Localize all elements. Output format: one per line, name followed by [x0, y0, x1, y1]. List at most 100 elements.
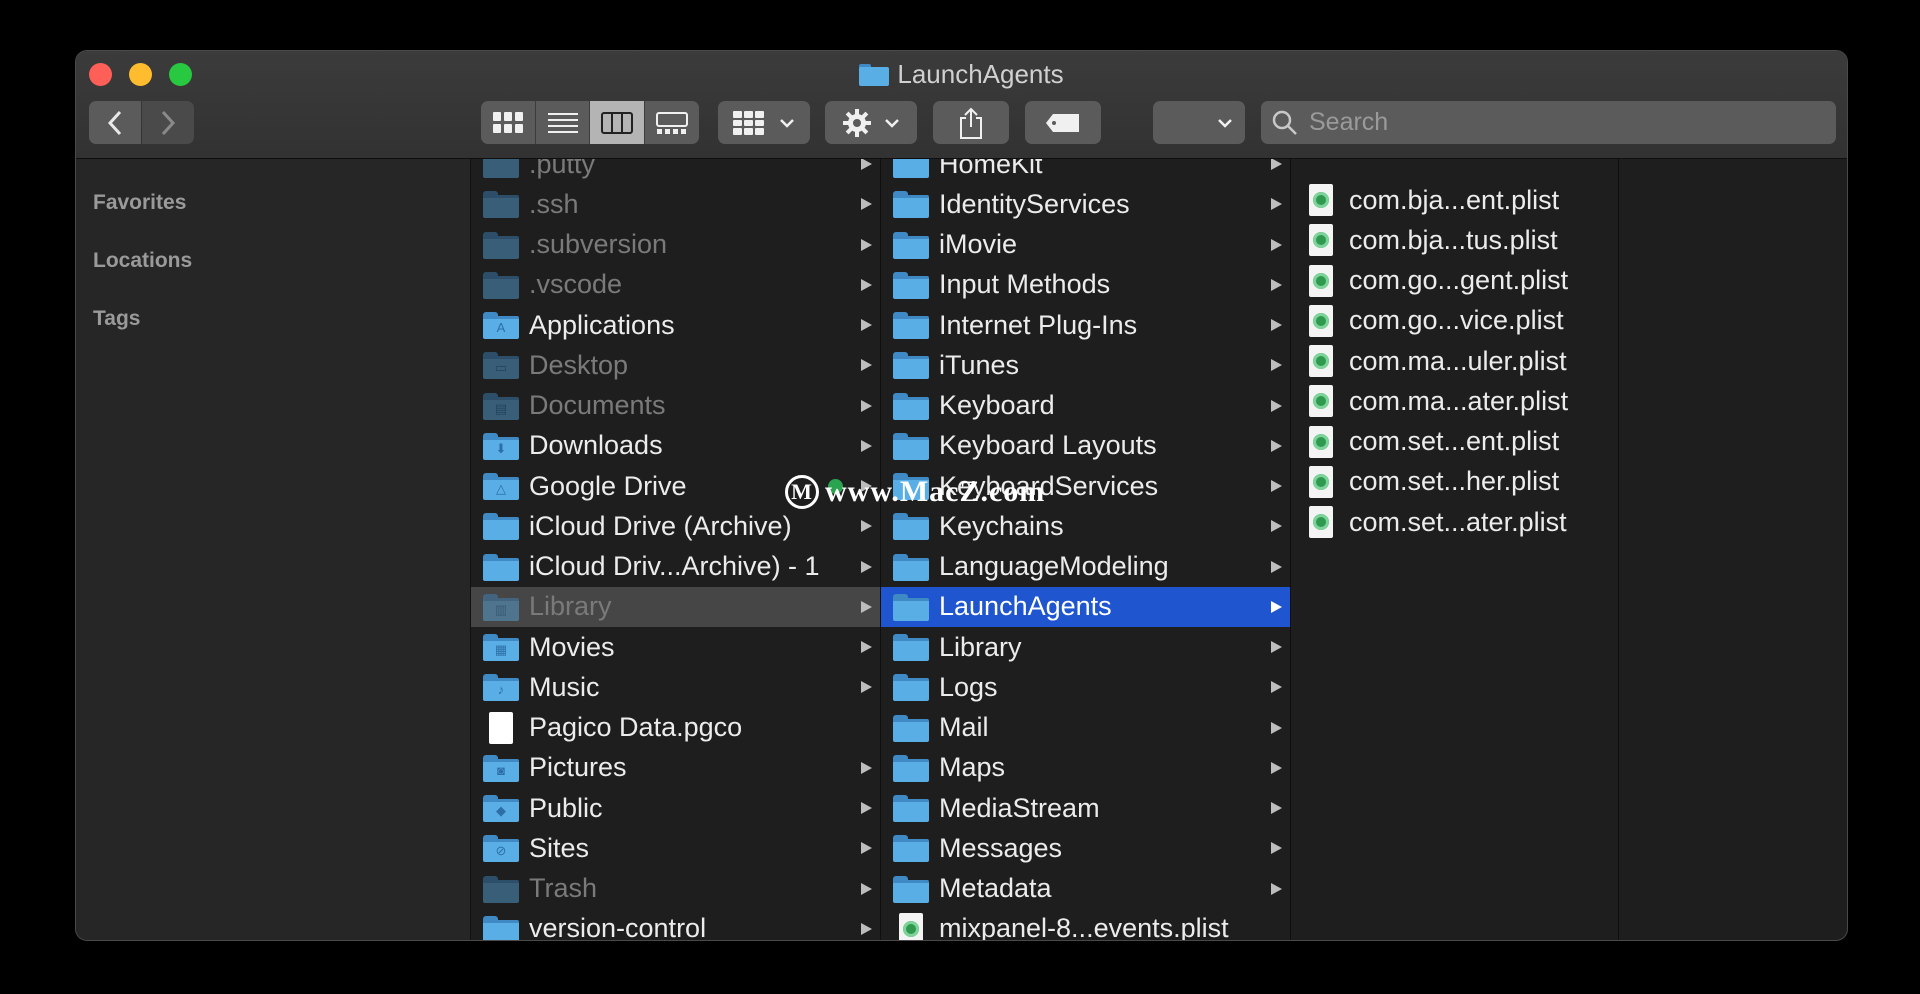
- folder-row[interactable]: iCloud Driv...Archive) - 1: [471, 547, 880, 587]
- back-button[interactable]: [89, 101, 141, 144]
- folder-row[interactable]: .subversion: [471, 225, 880, 265]
- file-row[interactable]: Pagico Data.pgco: [471, 708, 880, 748]
- forward-button[interactable]: [142, 101, 194, 144]
- folder-row[interactable]: Mail: [881, 708, 1290, 748]
- folder-row[interactable]: Input Methods: [881, 265, 1290, 305]
- file-row[interactable]: com.bja...ent.plist: [1291, 180, 1618, 220]
- folder-row[interactable]: ◆ Public: [471, 788, 880, 828]
- plist-file-icon: [1309, 425, 1333, 458]
- disclosure-arrow-icon: [861, 278, 872, 291]
- tag-button[interactable]: [1025, 101, 1101, 144]
- row-icon: [893, 671, 929, 703]
- plist-file-icon: [899, 912, 923, 940]
- folder-row[interactable]: iCloud Drive (Archive): [471, 506, 880, 546]
- sort-menu-button[interactable]: [1153, 101, 1245, 144]
- folder-row[interactable]: Keyboard Layouts: [881, 426, 1290, 466]
- row-label: iCloud Drive (Archive): [529, 510, 792, 541]
- row-label: .subversion: [529, 229, 668, 259]
- folder-row[interactable]: iTunes: [881, 345, 1290, 385]
- disclosure-arrow-icon: [861, 238, 872, 251]
- search-input[interactable]: [1307, 107, 1811, 138]
- sidebar-section-favorites[interactable]: Favorites: [93, 191, 186, 215]
- folder-row[interactable]: IdentityServices: [881, 184, 1290, 224]
- column-launchagents: com.bja...ent.plist com.bja...tus.plist co…: [1291, 159, 1619, 940]
- file-row[interactable]: com.bja...tus.plist: [1291, 220, 1618, 260]
- folder-row[interactable]: HomeKit: [881, 159, 1290, 184]
- gallery-view-button[interactable]: [645, 101, 699, 144]
- folder-row[interactable]: Trash: [471, 869, 880, 909]
- folder-row[interactable]: ▥ Library: [471, 586, 880, 627]
- folder-row[interactable]: Internet Plug-Ins: [881, 305, 1290, 345]
- document-icon: [489, 711, 513, 744]
- folder-row[interactable]: LaunchAgents: [881, 586, 1290, 627]
- row-icon: ◆: [483, 792, 519, 824]
- folder-row[interactable]: version-control: [471, 909, 880, 940]
- column-view-button[interactable]: [590, 101, 645, 144]
- folder-row[interactable]: Metadata: [881, 869, 1290, 909]
- view-mode-control: [481, 101, 699, 144]
- row-icon: [893, 551, 929, 583]
- search-icon: [1272, 110, 1297, 135]
- row-label: .putty: [529, 159, 596, 179]
- action-menu-button[interactable]: [825, 101, 917, 144]
- row-icon: ⬇: [483, 430, 519, 462]
- folder-row[interactable]: LanguageModeling: [881, 547, 1290, 587]
- row-icon: [1303, 385, 1339, 418]
- row-label: com.go...vice.plist: [1349, 305, 1564, 336]
- share-button[interactable]: [933, 101, 1009, 144]
- folder-row[interactable]: .vscode: [471, 265, 880, 305]
- disclosure-arrow-icon: [1271, 842, 1282, 855]
- file-row[interactable]: com.go...vice.plist: [1291, 301, 1618, 341]
- folder-icon: [893, 875, 929, 903]
- folder-row[interactable]: Messages: [881, 828, 1290, 868]
- row-icon: [483, 913, 519, 940]
- folder-row[interactable]: .putty: [471, 159, 880, 184]
- file-row[interactable]: com.ma...ater.plist: [1291, 381, 1618, 421]
- folder-icon: [893, 593, 929, 621]
- row-icon: [483, 510, 519, 542]
- group-menu-button[interactable]: [718, 101, 810, 144]
- icon-view-button[interactable]: [481, 101, 536, 144]
- sidebar-section-locations[interactable]: Locations: [93, 249, 192, 273]
- folder-row[interactable]: ⬇ Downloads: [471, 426, 880, 466]
- folder-row[interactable]: Keychains: [881, 506, 1290, 546]
- file-row[interactable]: com.set...her.plist: [1291, 462, 1618, 502]
- folder-row[interactable]: ▦ Movies: [471, 627, 880, 667]
- disclosure-arrow-icon: [861, 520, 872, 533]
- folder-row[interactable]: MediaStream: [881, 788, 1290, 828]
- row-label: Downloads: [529, 430, 663, 461]
- folder-row[interactable]: Maps: [881, 748, 1290, 788]
- search-field[interactable]: [1261, 101, 1836, 144]
- folder-row[interactable]: ⊘ Sites: [471, 828, 880, 868]
- folder-icon: [893, 754, 929, 782]
- folder-row[interactable]: Library: [881, 627, 1290, 667]
- row-icon: [483, 873, 519, 905]
- file-row[interactable]: com.set...ater.plist: [1291, 502, 1618, 542]
- row-label: Desktop: [529, 349, 629, 380]
- chevron-left-icon: [107, 110, 122, 135]
- file-row[interactable]: com.ma...uler.plist: [1291, 341, 1618, 381]
- folder-row[interactable]: .ssh: [471, 184, 880, 224]
- folder-row[interactable]: ♪ Music: [471, 667, 880, 707]
- folder-row[interactable]: ◙ Pictures: [471, 748, 880, 788]
- group-icon: [733, 110, 764, 135]
- row-icon: [893, 430, 929, 462]
- row-icon: ▭: [483, 349, 519, 381]
- disclosure-arrow-icon: [861, 842, 872, 855]
- folder-row[interactable]: Keyboard: [881, 386, 1290, 426]
- row-label: com.set...ater.plist: [1349, 506, 1567, 537]
- folder-row[interactable]: Logs: [881, 667, 1290, 707]
- disclosure-arrow-icon: [1271, 399, 1282, 412]
- folder-row[interactable]: iMovie: [881, 225, 1290, 265]
- file-row[interactable]: mixpanel-8...events.plist: [881, 909, 1290, 940]
- file-row[interactable]: com.set...ent.plist: [1291, 422, 1618, 462]
- sidebar-section-tags[interactable]: Tags: [93, 307, 140, 331]
- folder-icon: [893, 159, 929, 178]
- folder-row[interactable]: ▤ Documents: [471, 386, 880, 426]
- folder-row[interactable]: A Applications: [471, 305, 880, 345]
- list-view-button[interactable]: [536, 101, 590, 144]
- row-icon: [893, 159, 929, 180]
- folder-row[interactable]: ▭ Desktop: [471, 345, 880, 385]
- file-row[interactable]: com.go...gent.plist: [1291, 261, 1618, 301]
- row-icon: [893, 712, 929, 744]
